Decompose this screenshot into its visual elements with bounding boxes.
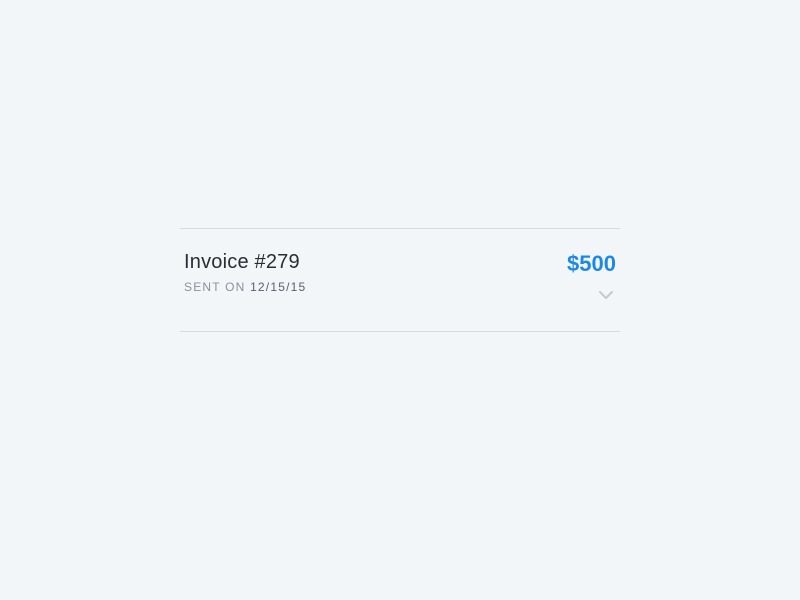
invoice-amount: $500 (567, 251, 616, 277)
invoice-right: $500 (567, 251, 616, 307)
sent-date: 12/15/15 (250, 280, 306, 294)
expand-toggle[interactable] (596, 285, 616, 307)
chevron-down-icon (598, 287, 614, 305)
invoice-info: Invoice #279 SENT ON 12/15/15 (184, 251, 306, 294)
invoice-row[interactable]: Invoice #279 SENT ON 12/15/15 $500 (180, 228, 620, 332)
invoice-meta: SENT ON 12/15/15 (184, 280, 306, 294)
sent-label: SENT ON (184, 280, 250, 294)
invoice-title: Invoice #279 (184, 251, 306, 274)
